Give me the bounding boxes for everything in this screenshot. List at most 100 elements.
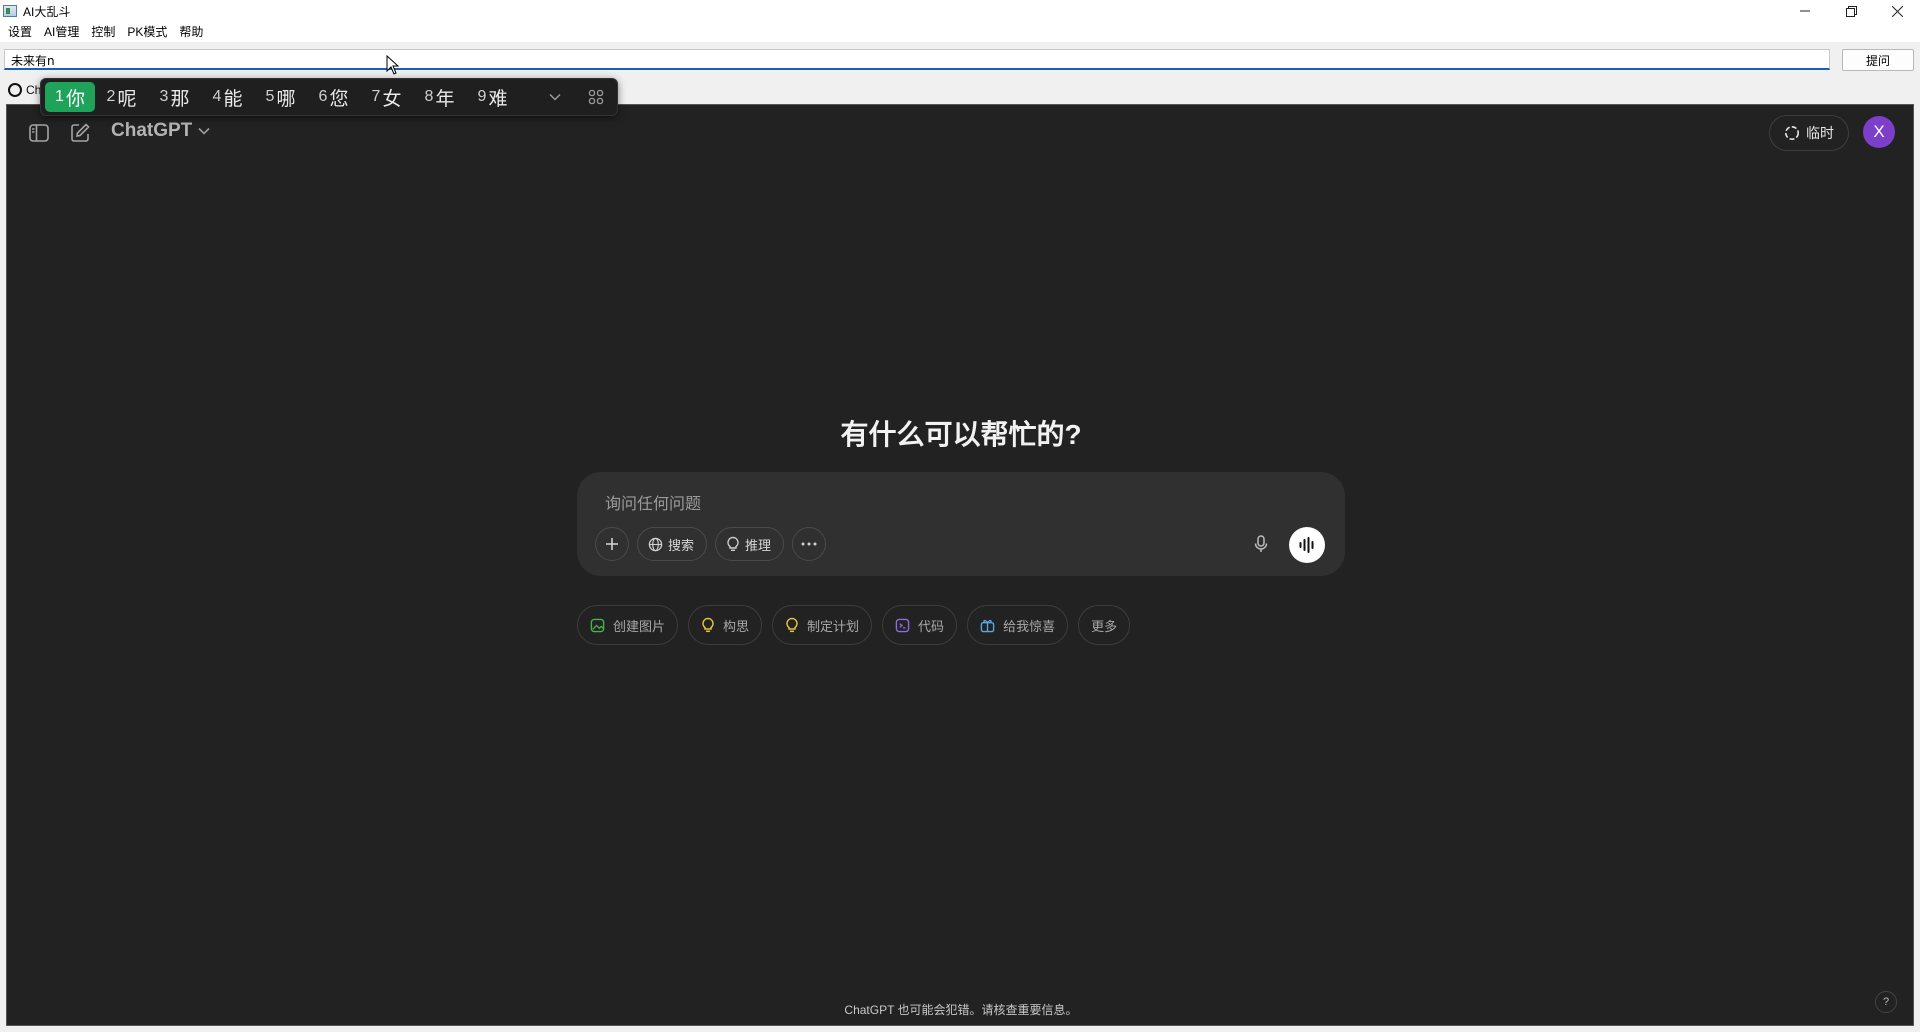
reason-button[interactable]: 推理 xyxy=(715,527,785,561)
model-selector[interactable]: ChatGPT xyxy=(111,120,210,142)
attach-button[interactable] xyxy=(595,527,629,561)
suggestion-create-image[interactable]: 创建图片 xyxy=(577,605,679,645)
tab-chatgpt[interactable]: Ch xyxy=(8,83,41,97)
candidate-text: 年 xyxy=(435,88,455,110)
candidate-number: 5 xyxy=(265,88,275,105)
ime-candidate[interactable]: 3那 xyxy=(148,82,201,112)
minimize-icon xyxy=(1800,10,1810,12)
menu-help[interactable]: 帮助 xyxy=(174,22,210,42)
suggestion-brainstorm[interactable]: 构思 xyxy=(688,605,763,645)
suggestion-label: 给我惊喜 xyxy=(1003,618,1056,634)
composer-tools: 搜索 推理 xyxy=(595,527,827,561)
ime-candidate[interactable]: 1你 xyxy=(45,82,95,112)
disclaimer-text: ChatGPT 也可能会犯错。请核查重要信息。 xyxy=(844,1003,1078,1017)
composer: 询问任何问题 搜索 推理 xyxy=(577,472,1345,576)
plus-icon xyxy=(606,538,618,550)
candidate-number: 8 xyxy=(424,88,434,105)
candidate-text: 呢 xyxy=(117,88,137,110)
ellipsis-icon xyxy=(801,542,817,546)
suggestion-label: 更多 xyxy=(1091,618,1118,634)
menu-bar: 设置 AI管理 控制 PK模式 帮助 xyxy=(0,22,1920,42)
chevron-down-icon xyxy=(198,127,210,135)
microphone-icon xyxy=(1254,535,1268,552)
menu-ai-management[interactable]: AI管理 xyxy=(39,22,86,42)
title-bar: AI大乱斗 xyxy=(0,0,1920,22)
grid-icon xyxy=(588,89,604,105)
page-title: 有什么可以帮忙的? xyxy=(840,419,1082,450)
window-controls xyxy=(1782,0,1920,22)
candidate-text: 哪 xyxy=(276,88,296,110)
suggestion-make-plan[interactable]: 制定计划 xyxy=(772,605,873,645)
image-icon xyxy=(590,618,605,632)
app-icon xyxy=(3,5,17,17)
restore-icon xyxy=(1845,5,1857,17)
question-bar: 未来有n 提问 xyxy=(0,42,1920,76)
candidate-text: 你 xyxy=(65,88,85,110)
candidate-number: 6 xyxy=(318,88,328,105)
ime-candidate[interactable]: 2呢 xyxy=(95,82,148,112)
dictate-button[interactable] xyxy=(1249,532,1273,556)
chevron-down-icon xyxy=(549,93,561,101)
lightbulb-icon xyxy=(727,536,739,552)
code-icon xyxy=(895,618,910,632)
window-title: AI大乱斗 xyxy=(23,4,71,19)
candidate-text: 女 xyxy=(382,88,402,110)
gift-icon xyxy=(980,619,995,632)
suggestion-code[interactable]: 代码 xyxy=(882,605,958,645)
lightbulb-icon xyxy=(786,617,798,633)
ime-candidate-window: 1你 2呢 3那 4能 5哪 6您 7女 8年 9难 xyxy=(40,78,618,116)
ask-button[interactable]: 提问 xyxy=(1842,49,1914,71)
restore-button[interactable] xyxy=(1828,0,1874,22)
temporary-chat-button[interactable]: 临时 xyxy=(1769,115,1849,151)
candidate-number: 9 xyxy=(477,88,487,105)
ime-layout-button[interactable] xyxy=(587,88,605,106)
candidate-number: 3 xyxy=(159,88,169,105)
close-button[interactable] xyxy=(1874,0,1920,22)
candidate-text: 能 xyxy=(223,88,243,110)
app-window: AI大乱斗 设置 AI管理 控制 PK模式 帮助 未来有n 提问 Ch Chat… xyxy=(0,0,1920,1032)
menu-pk-mode[interactable]: PK模式 xyxy=(122,22,174,42)
suggestion-label: 创建图片 xyxy=(613,618,666,634)
suggestion-surprise-me[interactable]: 给我惊喜 xyxy=(967,605,1069,645)
more-tools-button[interactable] xyxy=(792,527,827,561)
candidate-text: 那 xyxy=(170,88,190,110)
suggestion-label: 制定计划 xyxy=(807,618,860,634)
candidate-number: 7 xyxy=(371,88,381,105)
help-button[interactable]: ? xyxy=(1875,991,1897,1013)
voice-wave-icon xyxy=(1299,537,1314,553)
menu-settings[interactable]: 设置 xyxy=(3,22,39,42)
question-input[interactable]: 未来有n xyxy=(4,49,1830,70)
suggestion-label: 代码 xyxy=(918,618,945,634)
openai-logo-icon xyxy=(8,83,22,97)
candidate-text: 您 xyxy=(329,88,349,110)
ime-candidate[interactable]: 7女 xyxy=(360,82,413,112)
candidate-text: 难 xyxy=(488,88,508,110)
menu-control[interactable]: 控制 xyxy=(86,22,122,42)
ime-candidate[interactable]: 4能 xyxy=(201,82,254,112)
avatar[interactable]: X xyxy=(1863,116,1895,148)
candidate-number: 4 xyxy=(212,88,222,105)
lightbulb-icon xyxy=(702,617,714,633)
ime-candidate[interactable]: 9难 xyxy=(466,82,519,112)
suggestion-label: 构思 xyxy=(723,618,750,634)
prompt-input[interactable]: 询问任何问题 xyxy=(605,490,701,514)
reason-label: 推理 xyxy=(745,537,772,553)
minimize-button[interactable] xyxy=(1782,0,1828,22)
search-label: 搜索 xyxy=(668,537,695,553)
mouse-cursor-icon xyxy=(386,55,400,75)
toggle-sidebar-button[interactable] xyxy=(27,121,51,145)
model-label: ChatGPT xyxy=(111,120,193,141)
candidate-number: 2 xyxy=(106,88,116,105)
globe-icon xyxy=(648,537,663,551)
candidate-number: 1 xyxy=(55,88,64,105)
voice-mode-button[interactable] xyxy=(1289,527,1325,563)
ime-candidate[interactable]: 8年 xyxy=(413,82,466,112)
search-button[interactable]: 搜索 xyxy=(637,527,708,561)
suggestion-more[interactable]: 更多 xyxy=(1078,605,1131,645)
ime-expand-button[interactable] xyxy=(547,89,563,105)
new-chat-button[interactable] xyxy=(68,121,92,145)
ime-candidate[interactable]: 5哪 xyxy=(254,82,307,112)
ime-candidate[interactable]: 6您 xyxy=(307,82,360,112)
temporary-label: 临时 xyxy=(1806,125,1834,141)
chatgpt-view: ChatGPT 临时 X 有什么可以帮忙的? 询问任何问题 搜索 推理 创建图片… xyxy=(6,104,1914,1026)
